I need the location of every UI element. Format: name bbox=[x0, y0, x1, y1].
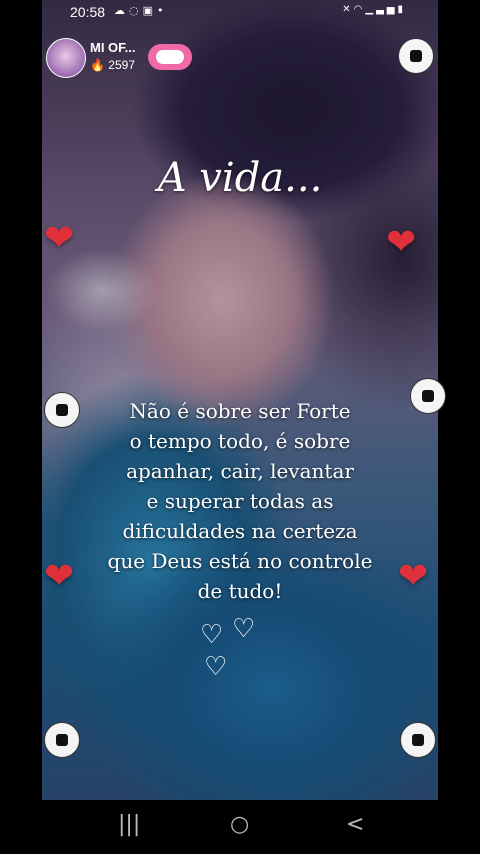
heart-icon: ❤ bbox=[44, 218, 75, 259]
heart-icon: ❤ bbox=[398, 556, 429, 597]
status-bar: 20:58 ☁◌▣• ✕◠▁▃▅▮ bbox=[42, 0, 438, 24]
whatsapp-icon: ◌ bbox=[129, 4, 143, 17]
heart-icon: ❤ bbox=[386, 222, 417, 263]
back-button[interactable]: < bbox=[346, 812, 364, 837]
soccer-ball-icon bbox=[44, 722, 80, 758]
badge-pill bbox=[156, 50, 184, 64]
flame-icon: 🔥 bbox=[90, 58, 105, 72]
profile-count-value: 2597 bbox=[108, 58, 135, 72]
outline-heart-icon: ♡ bbox=[232, 614, 256, 644]
quote-line: de tudo! bbox=[197, 579, 283, 603]
notification-icons: ☁◌▣• bbox=[114, 4, 168, 17]
profile-name[interactable]: MI OF... bbox=[90, 40, 136, 55]
quote-line: e superar todas as bbox=[146, 489, 334, 513]
app-icon: ▣ bbox=[142, 4, 158, 17]
battery-icon: ▮ bbox=[397, 4, 406, 15]
outline-heart-icon: ♡ bbox=[200, 620, 224, 650]
live-badge[interactable] bbox=[148, 44, 192, 70]
soccer-ball-icon bbox=[410, 378, 446, 414]
system-icons: ✕◠▁▃▅▮ bbox=[342, 4, 406, 15]
story-title: A vida... bbox=[157, 155, 323, 201]
story-quote: Não é sobre ser Forte o tempo todo, é so… bbox=[80, 396, 400, 606]
dot-icon: • bbox=[157, 4, 168, 17]
avatar[interactable] bbox=[46, 38, 86, 78]
wifi-icon: ◠ bbox=[353, 4, 366, 15]
quote-line: apanhar, cair, levantar bbox=[126, 459, 354, 483]
quote-line: Não é sobre ser Forte bbox=[129, 399, 351, 423]
soccer-ball-icon bbox=[400, 722, 436, 758]
soccer-ball-icon bbox=[44, 392, 80, 428]
mute-icon: ✕ bbox=[342, 4, 354, 15]
quote-line: o tempo todo, é sobre bbox=[129, 429, 351, 453]
status-time: 20:58 bbox=[70, 4, 106, 20]
heart-icon: ❤ bbox=[44, 556, 75, 597]
recents-button[interactable]: ||| bbox=[118, 812, 140, 837]
signal-icon: ▁▃▅ bbox=[365, 4, 398, 15]
profile-count: 🔥 2597 bbox=[90, 58, 135, 72]
outline-heart-icon: ♡ bbox=[204, 652, 228, 682]
profile-header[interactable]: MI OF... 🔥 2597 bbox=[46, 38, 246, 78]
soccer-ball-icon bbox=[398, 38, 434, 74]
quote-line: dificuldades na certeza bbox=[122, 519, 358, 543]
cloud-icon: ☁ bbox=[114, 4, 129, 17]
home-button[interactable]: ○ bbox=[230, 812, 249, 837]
quote-line: que Deus está no controle bbox=[107, 549, 373, 573]
